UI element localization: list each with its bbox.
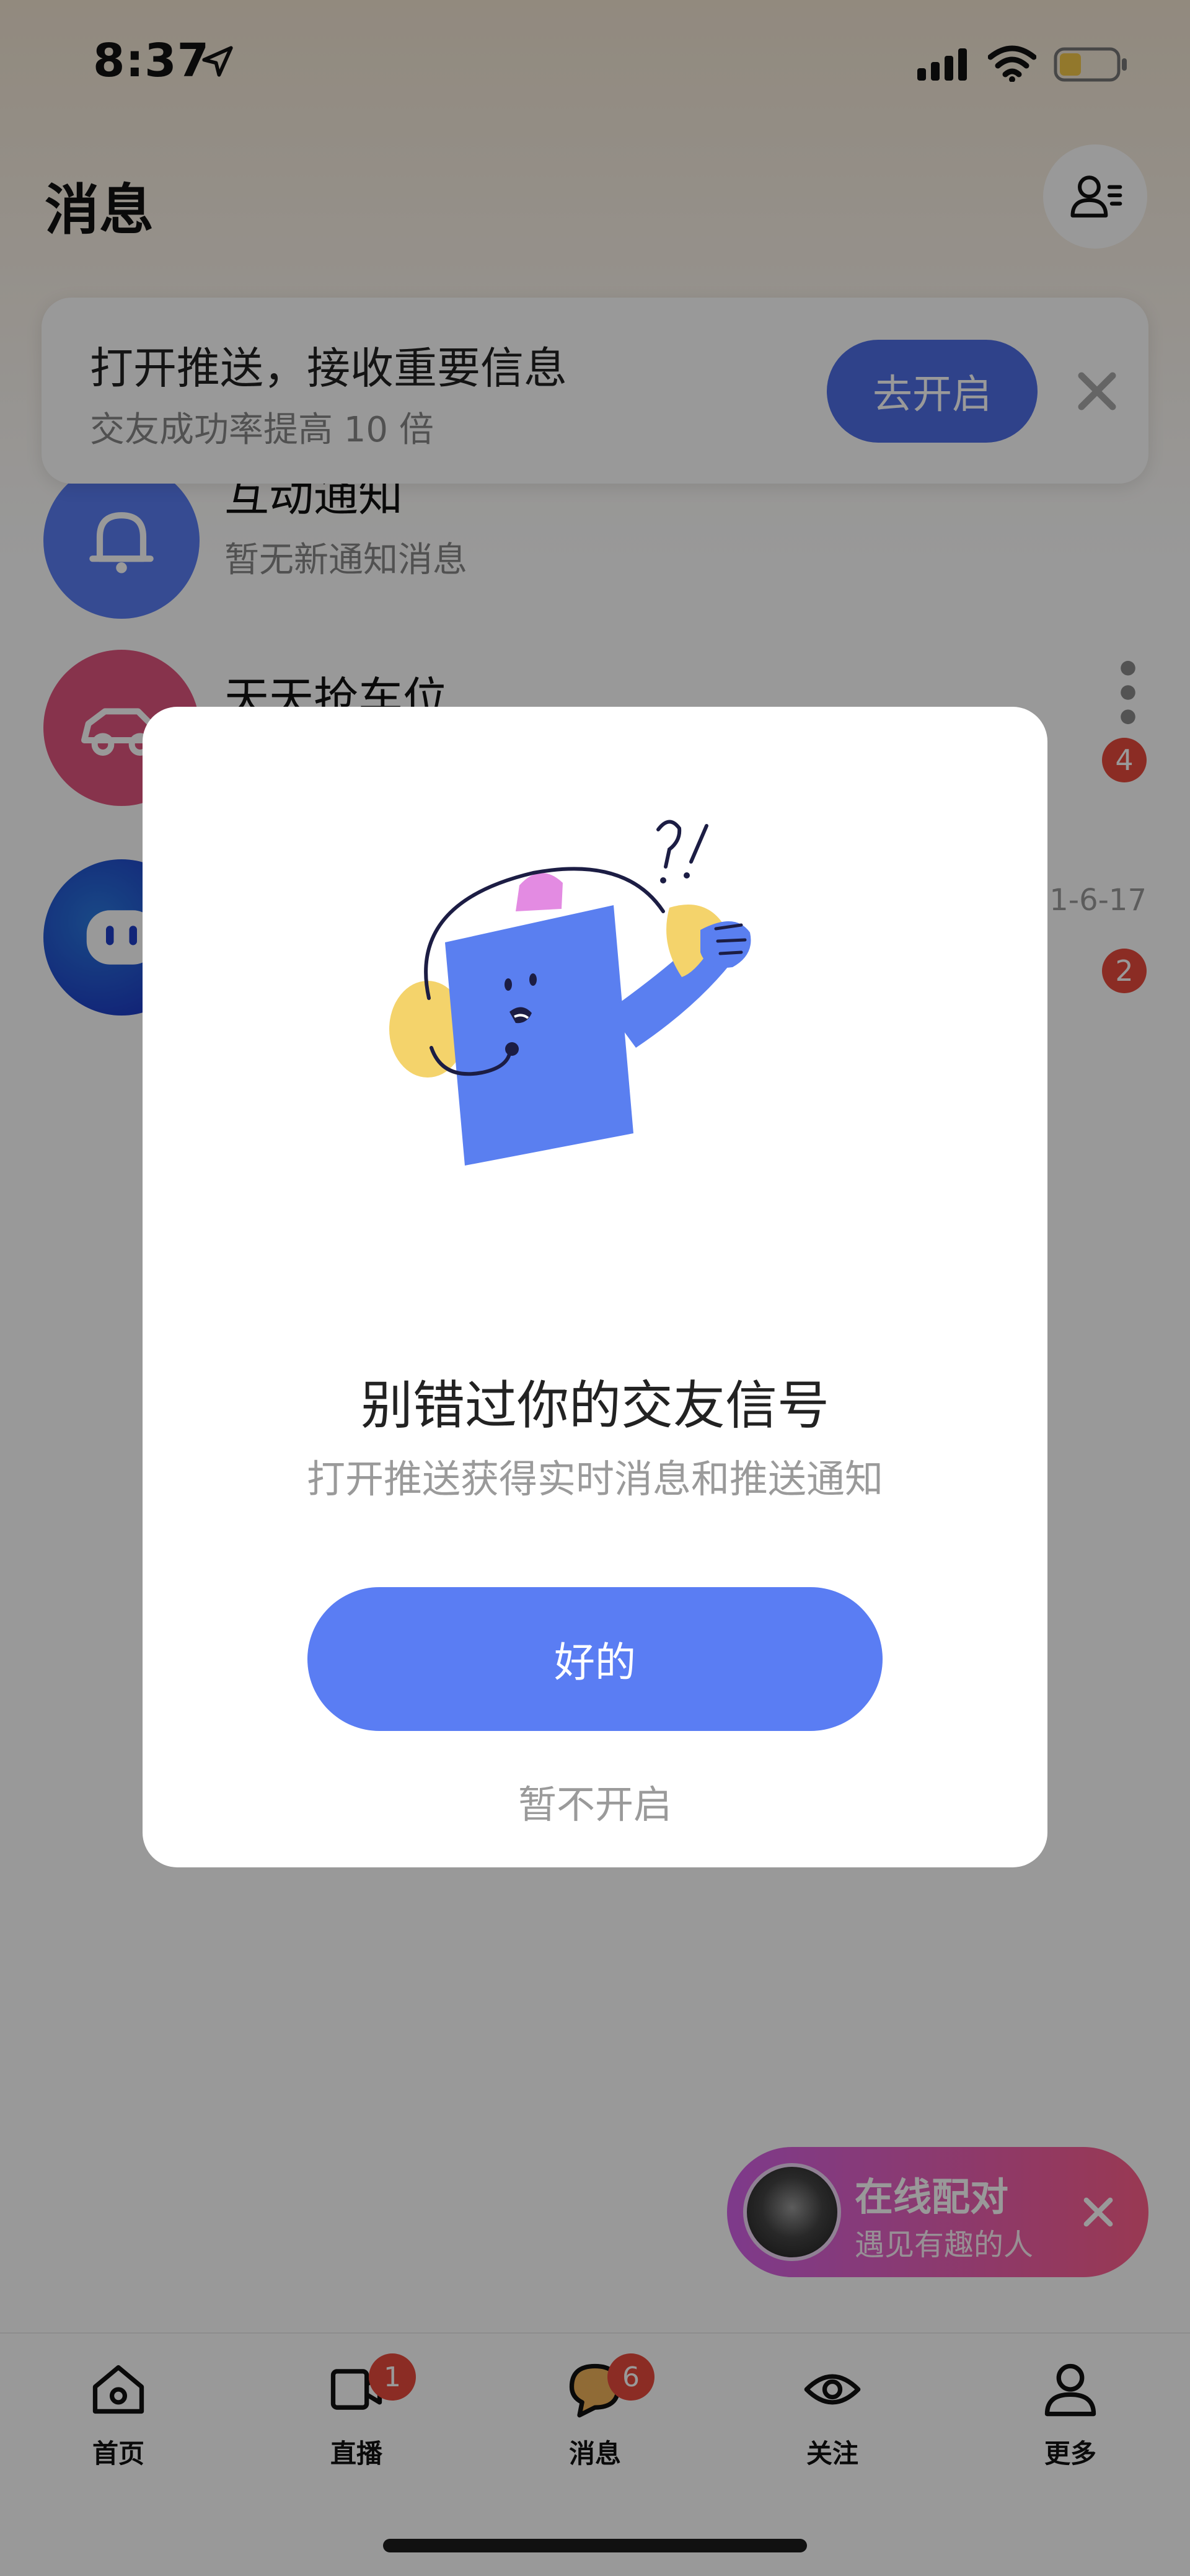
push-permission-dialog: 别错过你的交友信号 打开推送获得实时消息和推送通知 好的 暂不开启 [143,707,1047,1867]
home-indicator [383,2539,807,2552]
dialog-subtitle: 打开推送获得实时消息和推送通知 [306,1456,883,1502]
confused-character-illustration [389,820,751,1166]
dialog-title: 别错过你的交友信号 [360,1375,829,1436]
ok-button[interactable]: 好的 [307,1587,883,1731]
not-now-button[interactable]: 暂不开启 [143,1773,1047,1829]
